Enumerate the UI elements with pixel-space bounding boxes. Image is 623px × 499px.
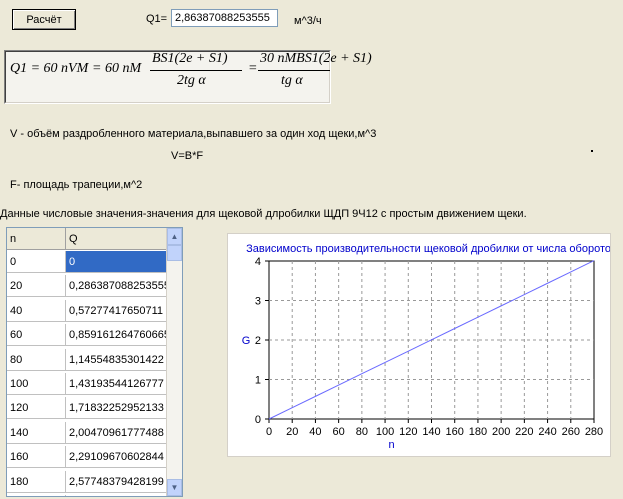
cell-n[interactable]: 20 [7, 275, 66, 298]
chart-panel: Зависимость производительности щековой д… [227, 233, 617, 457]
formula-lhs: Q1 = 60 nVM [10, 61, 89, 76]
scroll-up-arrow-icon[interactable]: ▲ [167, 228, 182, 245]
x-tick-label: 0 [266, 426, 272, 438]
stray-dot [591, 150, 593, 152]
x-tick-label: 80 [356, 426, 368, 438]
v-description: V - объём раздробленного материала,выпав… [10, 128, 377, 140]
q1-value-field[interactable]: 2,86387088253555 [171, 9, 278, 27]
f-description: F- площадь трапеции,м^2 [10, 179, 143, 191]
x-tick-label: 160 [446, 426, 464, 438]
x-axis-label: n [388, 439, 394, 451]
scroll-down-arrow-icon[interactable]: ▼ [167, 479, 182, 496]
table-row[interactable]: 140 2,00470961777488 [7, 421, 168, 445]
x-tick-label: 60 [333, 426, 345, 438]
table-row[interactable]: 60 0,859161264760665 [7, 324, 168, 347]
table-row[interactable]: 2002,86387088253555 [7, 495, 168, 496]
table-row[interactable]: 80 1,14554835301422 [7, 348, 168, 372]
y-tick-label: 3 [255, 296, 261, 308]
table-row[interactable]: 180 2,57748379428199 [7, 470, 168, 494]
x-tick-label: 140 [422, 426, 440, 438]
chart: Зависимость производительности щековой д… [242, 243, 617, 451]
x-tick-label: 220 [515, 426, 533, 438]
table-row[interactable]: 00 [7, 251, 168, 274]
x-tick-label: 280 [585, 426, 603, 438]
cell-q[interactable]: 0,859161264760665 [66, 324, 168, 347]
x-tick-label: 240 [538, 426, 556, 438]
grid-scrollbar[interactable]: ▲ ▼ [166, 228, 182, 496]
x-tick-label: 120 [399, 426, 417, 438]
calc-button[interactable]: Расчёт [12, 9, 76, 30]
table-row[interactable]: 100 1,43193544126777 [7, 373, 168, 396]
x-tick-label: 260 [562, 426, 580, 438]
cell-n[interactable]: 40 [7, 299, 66, 322]
q1-unit: м^3/ч [294, 15, 322, 27]
formula-image: Q1 = 60 nVM = 60 nM BS1(2e + S1) 2tg α =… [4, 50, 372, 104]
table-row[interactable]: 120 1,71832252952133 [7, 397, 168, 420]
y-tick-label: 0 [255, 414, 261, 426]
cell-q[interactable]: 0,57277417650711 [66, 299, 168, 322]
cell-n[interactable]: 200 [7, 495, 66, 496]
formula-mid: = 60 nM [92, 61, 142, 76]
data-grid[interactable]: n Q 0 0 20 0,286387088253555 40 0,5727741765071… [6, 227, 183, 497]
cell-q[interactable]: 1,14554835301422 [66, 348, 168, 371]
cell-q[interactable]: 0,286387088253555 [66, 275, 168, 298]
cell-n[interactable]: 160 [7, 446, 66, 469]
table-row[interactable]: 160 2,29109670602844 [7, 446, 168, 469]
cell-n[interactable]: 140 [7, 421, 66, 444]
header-cell-q[interactable]: Q [66, 228, 168, 250]
cell-q[interactable]: 1,43193544126777 [66, 373, 168, 395]
formula-frac1-num: BS1(2e + S1) [152, 51, 228, 66]
formula-frac1-den: 2tg α [177, 73, 206, 88]
cell-q[interactable]: 2,57748379428199 [66, 470, 168, 493]
formula-frac2-num: 30 nMBS1(2e + S1) [260, 51, 372, 66]
cell-n[interactable]: 80 [7, 348, 66, 371]
chart-title: Зависимость производительности щековой д… [246, 243, 610, 255]
table-row[interactable]: 40 0,57277417650711 [7, 299, 168, 323]
cell-q[interactable]: 0 [66, 251, 168, 273]
cell-q[interactable]: 2,00470961777488 [66, 421, 168, 444]
cell-q[interactable]: 2,29109670602844 [66, 446, 168, 469]
cell-n[interactable]: 0 [7, 251, 66, 273]
cell-n[interactable]: 60 [7, 324, 66, 347]
y-tick-label: 2 [255, 335, 261, 347]
y-tick-label: 1 [255, 375, 261, 387]
data-description: Данные числовые значения-значения для ще… [0, 208, 527, 220]
cell-n[interactable]: 180 [7, 470, 66, 493]
header-cell-n[interactable]: n [7, 228, 66, 250]
formula-frac2-den: tg α [281, 73, 303, 88]
cell-q[interactable]: 1,71832252952133 [66, 397, 168, 420]
x-tick-label: 40 [309, 426, 321, 438]
formula-eq2: = [248, 61, 258, 76]
x-tick-label: 180 [469, 426, 487, 438]
table-header[interactable]: nQ [7, 228, 168, 251]
scrollbar-thumb[interactable] [167, 245, 182, 261]
x-tick-label: 20 [286, 426, 298, 438]
x-tick-label: 100 [376, 426, 394, 438]
cell-q[interactable]: 2,86387088253555 [66, 495, 168, 496]
cell-n[interactable]: 120 [7, 397, 66, 420]
v-equation: V=B*F [171, 150, 204, 162]
cell-n[interactable]: 100 [7, 373, 66, 395]
x-tick-label: 200 [492, 426, 510, 438]
table-row[interactable]: 20 0,286387088253555 [7, 275, 168, 298]
q1-label: Q1= [146, 13, 168, 25]
y-axis-label: G [242, 335, 251, 347]
y-tick-label: 4 [255, 256, 261, 268]
